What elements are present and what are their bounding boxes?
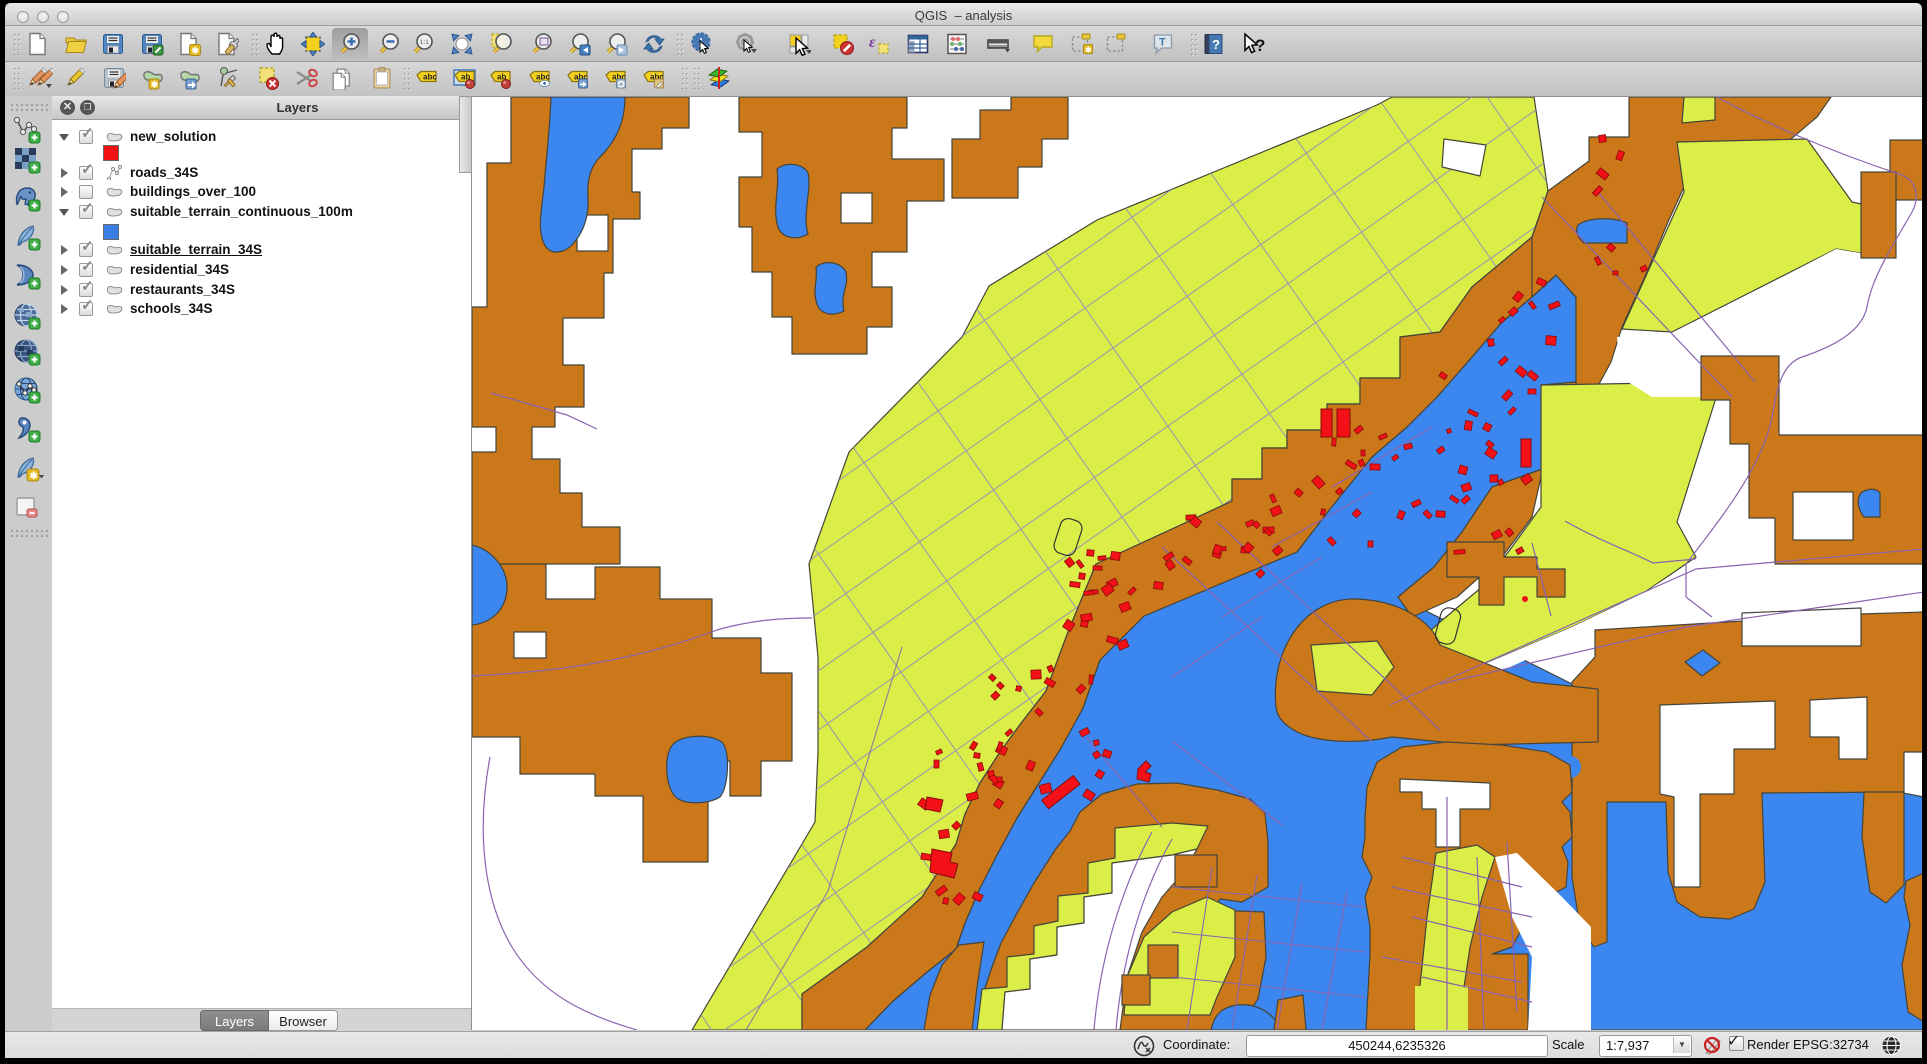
svg-text:✱: ✱	[1085, 46, 1092, 55]
svg-text:?: ?	[1255, 36, 1265, 55]
svg-text:✱: ✱	[151, 80, 159, 90]
svg-text:✱: ✱	[30, 471, 39, 482]
svg-text:ε: ε	[869, 34, 876, 51]
svg-text:1:1: 1:1	[420, 39, 430, 46]
svg-text:abc: abc	[423, 73, 437, 82]
svg-text:?: ?	[1212, 37, 1220, 52]
svg-text:T: T	[1159, 37, 1166, 49]
svg-text:✱: ✱	[192, 46, 200, 56]
